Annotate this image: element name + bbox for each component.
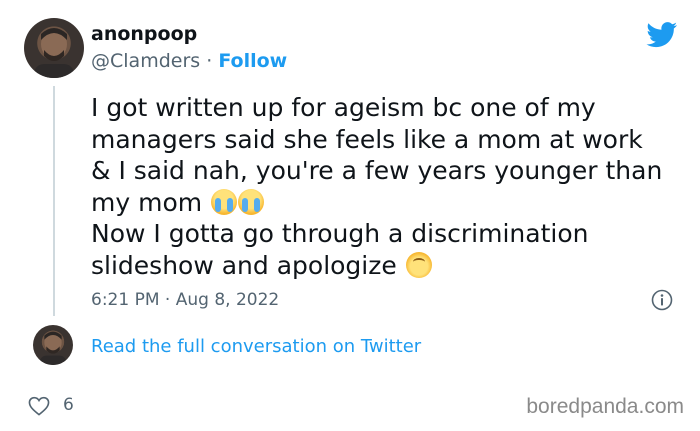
watermark-text: boredpanda.com [526, 395, 684, 418]
read-full-conversation-link[interactable]: Read the full conversation on Twitter [91, 336, 421, 357]
tweet-timestamp[interactable]: 6:21 PM · Aug 8, 2022 [91, 290, 279, 310]
like-count: 6 [63, 395, 74, 415]
author-handle-row: @Clamders · Follow [91, 50, 287, 72]
tweet-line-text: slideshow and apologize [91, 250, 397, 280]
author-handle[interactable]: @Clamders [91, 50, 200, 72]
heart-icon[interactable] [28, 396, 50, 416]
info-icon[interactable] [651, 289, 673, 311]
handle-separator: · [206, 50, 213, 72]
tweet-line: & I said nah, you're a few years younger… [91, 156, 663, 185]
twitter-bird-icon[interactable] [646, 22, 678, 48]
viewer-avatar[interactable] [33, 325, 73, 365]
tweet-line-with-emoji: slideshow and apologize [91, 250, 691, 282]
upside-down-face-icon [405, 251, 432, 278]
author-avatar[interactable] [24, 18, 84, 78]
tweet-line-text: my mom [91, 187, 203, 217]
tweet-time[interactable]: 6:21 PM [91, 290, 160, 310]
author-display-name[interactable]: anonpoop [91, 23, 197, 45]
loudly-crying-face-icon [211, 188, 238, 215]
tweet-line: Now I gotta go through a discrimination [91, 219, 589, 248]
tweet-line: I got written up for ageism bc one of my [91, 93, 596, 122]
tweet-date[interactable]: Aug 8, 2022 [176, 290, 280, 310]
tweet-line-with-emoji: my mom [91, 187, 691, 219]
timestamp-separator: · [164, 290, 171, 310]
thread-connector-line [53, 86, 55, 316]
tweet-text: I got written up for ageism bc one of my… [91, 92, 691, 281]
loudly-crying-face-icon [238, 188, 265, 215]
follow-button[interactable]: Follow [218, 50, 287, 72]
tweet-line: managers said she feels like a mom at wo… [91, 124, 643, 154]
